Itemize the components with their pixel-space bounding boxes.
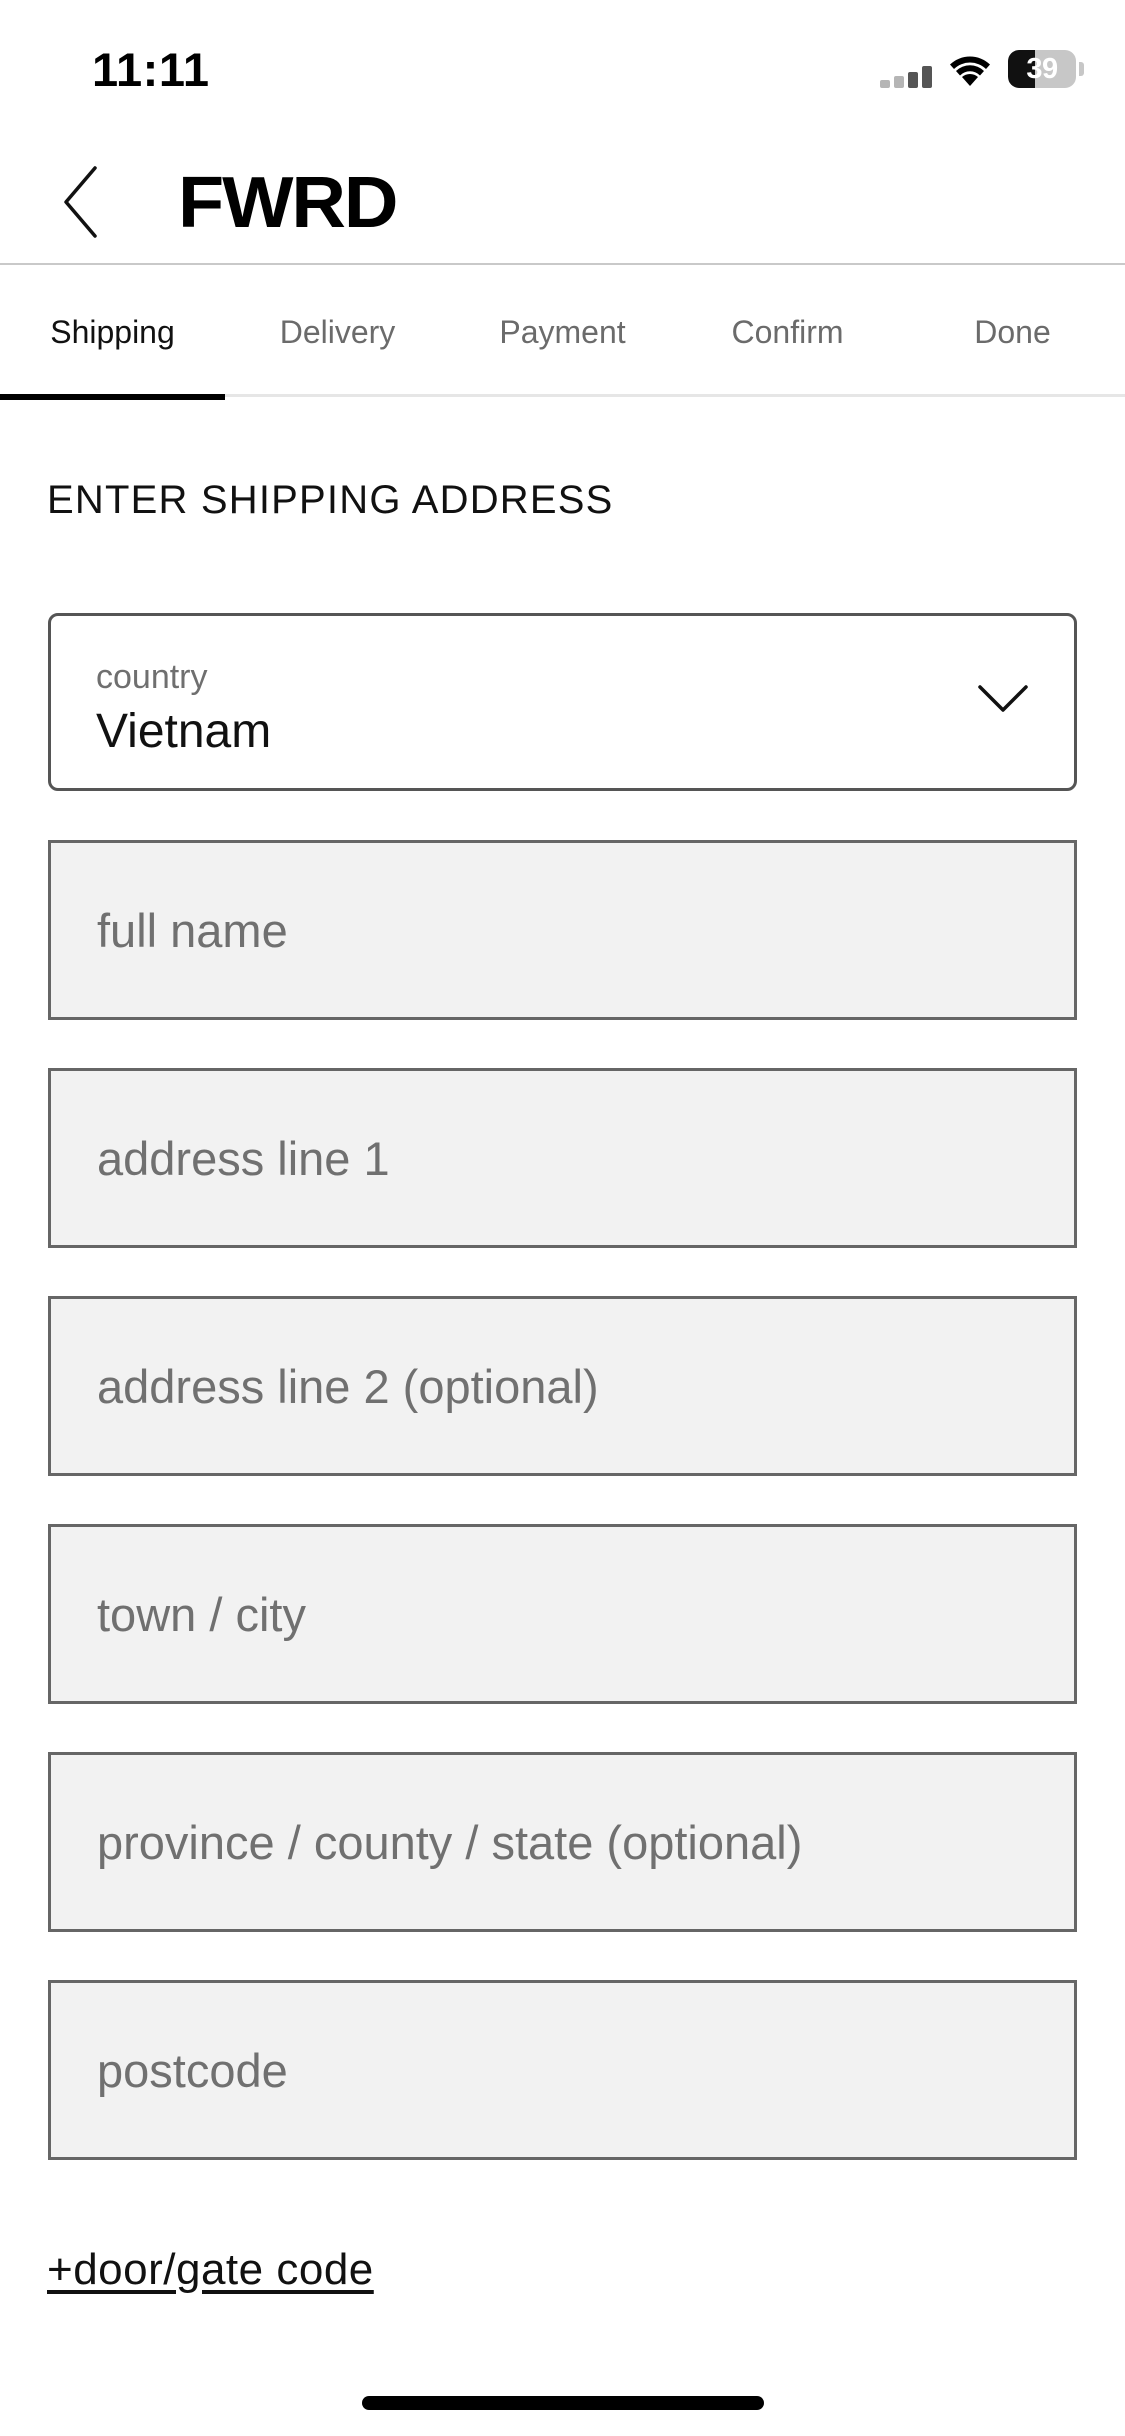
- add-door-gate-code-link[interactable]: +door/gate code: [47, 2245, 374, 2295]
- full-name-input[interactable]: [51, 843, 1074, 1017]
- country-value: Vietnam: [96, 705, 272, 758]
- chevron-left-icon: [64, 166, 97, 238]
- checkout-screen: 11:11 39 FWRD Shipping Delivery Payment …: [0, 0, 1125, 2436]
- country-select[interactable]: country Vietnam: [48, 613, 1077, 791]
- battery-level-text: 39: [1026, 52, 1058, 85]
- wifi-icon: [950, 56, 990, 86]
- country-label: country: [96, 658, 208, 696]
- app-header: FWRD: [0, 140, 1125, 265]
- town-city-input[interactable]: [51, 1527, 1074, 1701]
- full-name-field: [48, 840, 1077, 1020]
- tab-confirm[interactable]: Confirm: [675, 267, 900, 397]
- address-line-2-input[interactable]: [51, 1299, 1074, 1473]
- town-city-field: [48, 1524, 1077, 1704]
- section-title: ENTER SHIPPING ADDRESS: [47, 478, 614, 522]
- tab-done[interactable]: Done: [900, 267, 1125, 397]
- chevron-down-icon: [978, 685, 1028, 712]
- postcode-field: [48, 1980, 1077, 2160]
- battery-icon: 39: [1008, 50, 1076, 88]
- home-indicator[interactable]: [362, 2396, 764, 2410]
- tab-shipping[interactable]: Shipping: [0, 267, 225, 400]
- cellular-signal-icon: [880, 66, 932, 88]
- checkout-steps: Shipping Delivery Payment Confirm Done: [0, 267, 1125, 400]
- status-bar: 11:11 39: [0, 0, 1125, 140]
- province-input[interactable]: [51, 1755, 1074, 1929]
- address-line-1-field: [48, 1068, 1077, 1248]
- brand-logo[interactable]: FWRD: [178, 162, 398, 244]
- status-time: 11:11: [92, 43, 210, 96]
- province-field: [48, 1752, 1077, 1932]
- address-line-1-input[interactable]: [51, 1071, 1074, 1245]
- postcode-input[interactable]: [51, 1983, 1074, 2157]
- back-button[interactable]: [50, 160, 120, 245]
- tab-delivery[interactable]: Delivery: [225, 267, 450, 397]
- tab-payment[interactable]: Payment: [450, 267, 675, 397]
- battery-cap: [1079, 62, 1084, 76]
- address-line-2-field: [48, 1296, 1077, 1476]
